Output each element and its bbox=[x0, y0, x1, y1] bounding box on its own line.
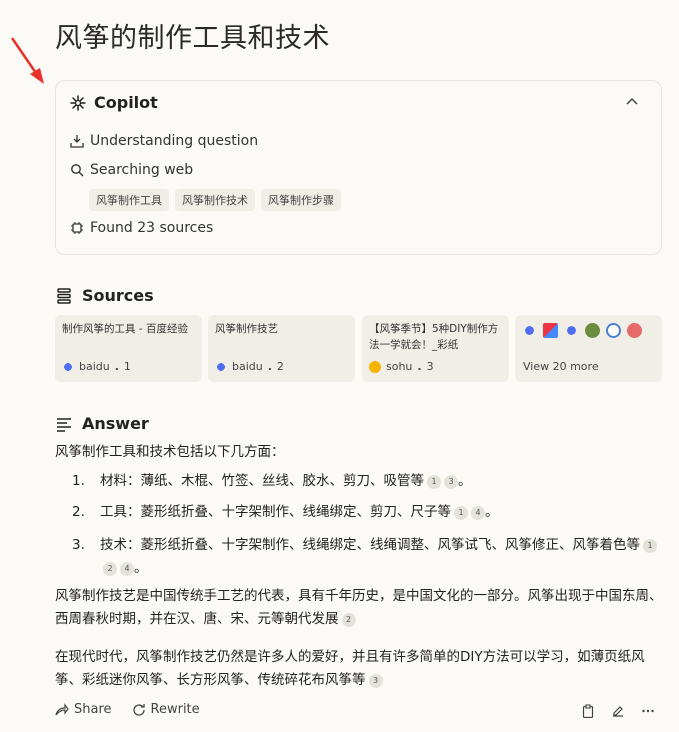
rewrite-button[interactable]: Rewrite bbox=[132, 702, 200, 717]
source-card[interactable]: 风筝制作技艺 baidu. 2 bbox=[208, 315, 355, 382]
answer-heading: Answer bbox=[55, 414, 149, 433]
step-searching: Searching web bbox=[70, 162, 193, 178]
citation[interactable]: 1 bbox=[643, 539, 657, 553]
query-chip[interactable]: 风筝制作工具 bbox=[89, 189, 169, 211]
source-title: 【风筝季节】5种DIY制作方法一学就会！_彩纸 bbox=[369, 323, 499, 351]
query-chip[interactable]: 风筝制作技术 bbox=[175, 189, 255, 211]
text-lines-icon bbox=[57, 417, 71, 432]
step-found-sources: Found 23 sources bbox=[70, 220, 213, 236]
edit-icon[interactable] bbox=[611, 704, 625, 718]
sohu-fox-icon bbox=[369, 360, 381, 373]
red-arrow-icon bbox=[10, 37, 44, 84]
more-options-icon[interactable] bbox=[641, 704, 655, 718]
site-icon bbox=[627, 323, 642, 338]
list-item: 1. 材料：薄纸、木棍、竹签、丝线、胶水、剪刀、吸管等 1 3。 bbox=[72, 473, 472, 489]
chevron-up-icon[interactable] bbox=[625, 95, 639, 109]
answer-tools bbox=[581, 704, 655, 718]
citation[interactable]: 3 bbox=[444, 475, 458, 489]
citation[interactable]: 2 bbox=[341, 613, 356, 627]
copilot-panel: Copilot Understanding question Searching… bbox=[55, 80, 662, 255]
refresh-icon bbox=[132, 703, 145, 716]
copilot-sparkle-icon bbox=[70, 94, 86, 111]
page-title: 风筝的制作工具和技术 bbox=[55, 23, 330, 54]
citation[interactable]: 4 bbox=[471, 506, 485, 520]
citation[interactable]: 2 bbox=[103, 562, 117, 576]
citation[interactable]: 3 bbox=[368, 674, 383, 688]
view-more-label: View 20 more bbox=[523, 360, 599, 373]
share-button[interactable]: Share bbox=[55, 702, 112, 717]
citation[interactable]: 1 bbox=[454, 506, 468, 520]
stack-icon bbox=[57, 287, 71, 304]
source-title: 制作风筝的工具 - 百度经验 bbox=[62, 323, 188, 335]
chip-icon bbox=[71, 222, 83, 234]
baidu-paw-icon bbox=[564, 323, 579, 338]
list-item: 3. 技术：菱形纸折叠、十字架制作、线绳绑定、线绳调整、风筝试飞、风筝修正、风筝… bbox=[72, 534, 664, 580]
query-chip[interactable]: 风筝制作步骤 bbox=[261, 189, 341, 211]
citation[interactable]: 4 bbox=[120, 562, 134, 576]
answer-paragraph: 在现代时代，风筝制作技艺仍然是许多人的爱好，并且有许多简单的DIY方法可以学习，… bbox=[55, 649, 645, 688]
globe-icon bbox=[606, 323, 621, 338]
list-item: 2. 工具：菱形纸折叠、十字架制作、线绳绑定、剪刀、尺子等 1 4。 bbox=[72, 504, 499, 520]
view-more-sources[interactable]: View 20 more bbox=[515, 315, 662, 382]
source-title: 风筝制作技艺 bbox=[215, 323, 278, 335]
source-card[interactable]: 【风筝季节】5种DIY制作方法一学就会！_彩纸 sohu. 3 bbox=[362, 315, 509, 382]
copilot-title: Copilot bbox=[94, 93, 158, 112]
copilot-header[interactable]: Copilot bbox=[70, 93, 158, 112]
source-card[interactable]: 制作风筝的工具 - 百度经验 baidu. 1 bbox=[55, 315, 202, 382]
flag-icon bbox=[543, 323, 558, 338]
site-icon bbox=[585, 323, 600, 338]
share-icon bbox=[55, 702, 69, 715]
baidu-paw-icon bbox=[62, 360, 74, 373]
baidu-paw-icon bbox=[522, 323, 537, 338]
answer-intro: 风筝制作工具和技术包括以下几方面： bbox=[55, 444, 285, 460]
source-favicons bbox=[522, 323, 655, 338]
baidu-paw-icon bbox=[215, 360, 227, 373]
step-understanding: Understanding question bbox=[70, 133, 258, 149]
citation[interactable]: 1 bbox=[427, 475, 441, 489]
search-icon bbox=[71, 164, 84, 177]
search-query-chips: 风筝制作工具 风筝制作技术 风筝制作步骤 bbox=[89, 189, 341, 211]
sources-heading: Sources bbox=[55, 286, 154, 305]
answer-actions: Share Rewrite bbox=[55, 702, 200, 717]
clipboard-icon[interactable] bbox=[581, 704, 595, 718]
answer-paragraph: 风筝制作技艺是中国传统手工艺的代表，具有千年历史，是中国文化的一部分。风筝出现于… bbox=[55, 588, 663, 627]
download-tray-icon bbox=[70, 135, 84, 148]
